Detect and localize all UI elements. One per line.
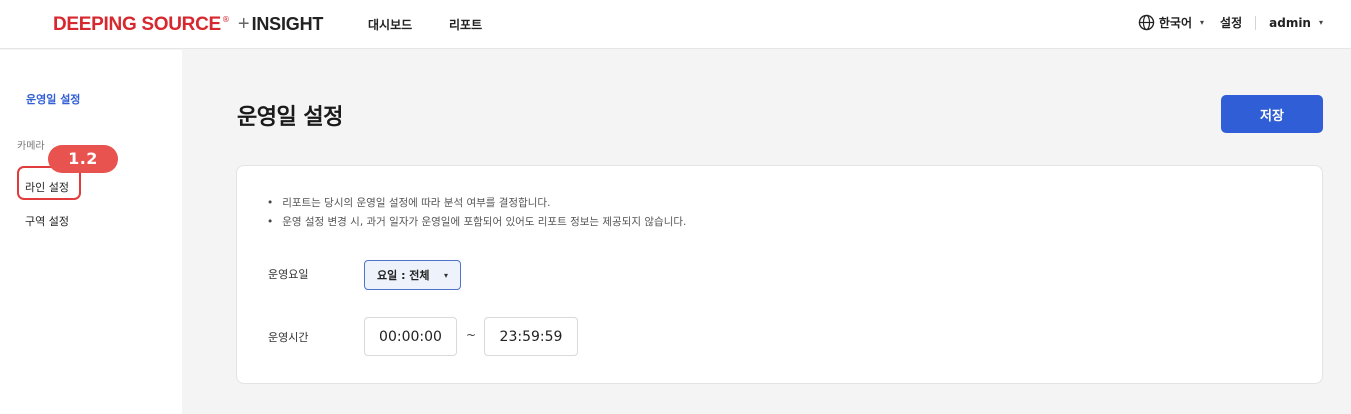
settings-card: 리포트는 당시의 운영일 설정에 따라 분석 여부를 결정합니다. 운영 설정 … bbox=[236, 165, 1323, 384]
chevron-down-icon: ▾ bbox=[1318, 18, 1323, 27]
logo-brand: DEEPING SOURCE bbox=[53, 14, 221, 35]
user-name: admin bbox=[1269, 15, 1311, 30]
chevron-down-icon: ▾ bbox=[443, 271, 448, 280]
save-button[interactable]: 저장 bbox=[1221, 95, 1323, 133]
logo-plus: + bbox=[237, 13, 250, 35]
header-right: 한국어 ▾ 설정 admin ▾ bbox=[1138, 14, 1323, 31]
end-time-input[interactable]: 23:59:59 bbox=[484, 317, 578, 356]
notice-item: 리포트는 당시의 운영일 설정에 따라 분석 여부를 결정합니다. bbox=[267, 194, 686, 213]
operating-hours-label: 운영시간 bbox=[268, 331, 309, 344]
top-header: DEEPING SOURCE ® + INSIGHT 대시보드 리포트 한국어 … bbox=[0, 0, 1351, 49]
notice-item: 운영 설정 변경 시, 과거 일자가 운영일에 포함되어 있어도 리포트 정보는… bbox=[267, 213, 686, 232]
nav-report[interactable]: 리포트 bbox=[449, 16, 482, 33]
sidebar-item-zone-settings[interactable]: 구역 설정 bbox=[25, 213, 69, 229]
operating-days-value: 요일 : 전체 bbox=[377, 269, 430, 282]
user-menu[interactable]: admin ▾ bbox=[1269, 16, 1323, 30]
step-badge: 1.2 bbox=[48, 145, 118, 173]
language-selector[interactable]: 한국어 ▾ bbox=[1138, 14, 1204, 31]
settings-link[interactable]: 설정 bbox=[1220, 14, 1242, 31]
chevron-down-icon: ▾ bbox=[1200, 18, 1205, 27]
sidebar: 운영일 설정 카메라 라인 설정 구역 설정 bbox=[0, 50, 182, 414]
header-divider bbox=[1255, 15, 1257, 30]
start-time-input[interactable]: 00:00:00 bbox=[364, 317, 457, 356]
notice-list: 리포트는 당시의 운영일 설정에 따라 분석 여부를 결정합니다. 운영 설정 … bbox=[267, 194, 686, 232]
time-separator: ~ bbox=[466, 328, 477, 342]
operating-days-select[interactable]: 요일 : 전체 ▾ bbox=[364, 260, 461, 290]
sidebar-item-operating-days[interactable]: 운영일 설정 bbox=[26, 91, 80, 107]
page-title: 운영일 설정 bbox=[237, 105, 343, 130]
logo-registered-mark: ® bbox=[221, 15, 230, 24]
language-label: 한국어 bbox=[1158, 16, 1193, 30]
logo[interactable]: DEEPING SOURCE ® + INSIGHT bbox=[53, 13, 323, 36]
logo-product: INSIGHT bbox=[251, 14, 324, 34]
globe-icon bbox=[1138, 14, 1155, 31]
operating-days-label: 운영요일 bbox=[268, 268, 309, 281]
nav-dashboard[interactable]: 대시보드 bbox=[368, 16, 412, 33]
sidebar-section-camera: 카메라 bbox=[17, 141, 45, 152]
